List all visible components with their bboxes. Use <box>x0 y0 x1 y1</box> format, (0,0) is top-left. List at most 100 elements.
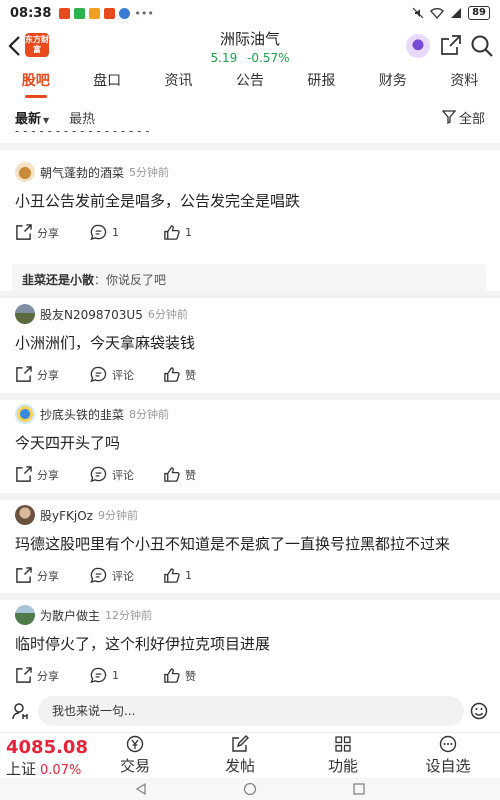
post-text[interactable]: 临时停火了，这个利好伊拉克项目进展 <box>15 633 270 654</box>
share-icon <box>16 366 32 382</box>
comment-input-bar: 我也来说一句... <box>0 694 500 728</box>
post-username[interactable]: 股友N2098703U5 <box>40 306 143 323</box>
comment-button[interactable]: 1 <box>90 224 119 241</box>
tab-guba[interactable]: 股吧 <box>0 68 71 98</box>
home-circle-icon[interactable] <box>243 782 257 796</box>
tab-research[interactable]: 研报 <box>286 68 357 98</box>
sort-bar: 最新 ▼ 最热 全部 <box>0 104 500 130</box>
like-count: 1 <box>185 569 192 582</box>
post-time: 9分钟前 <box>97 509 138 522</box>
post-header: 股yFKjOz 9分钟前 <box>15 505 138 525</box>
like-button[interactable]: 赞 <box>163 366 196 383</box>
share-label: 分享 <box>37 569 59 583</box>
post-username[interactable]: 朝气蓬勃的酒菜 <box>40 164 124 181</box>
reply-username[interactable]: 韭菜还是小散 <box>22 273 94 287</box>
share-button[interactable]: 分享 <box>15 667 59 684</box>
share-button[interactable]: 分享 <box>15 366 59 383</box>
index-name: 上证 <box>6 760 37 778</box>
share-label: 分享 <box>37 468 59 482</box>
avatar[interactable] <box>15 605 35 625</box>
post-time: 8分钟前 <box>129 408 170 421</box>
share-button[interactable]: 分享 <box>15 567 59 584</box>
like-label: 赞 <box>185 669 196 683</box>
comment-input[interactable]: 我也来说一句... <box>38 696 464 726</box>
like-button[interactable]: 1 <box>163 224 192 241</box>
search-icon[interactable] <box>470 34 494 58</box>
user-avatar[interactable] <box>406 34 430 58</box>
nav-post-label: 发帖 <box>224 757 255 775</box>
yuan-coin-icon <box>126 735 144 753</box>
tab-finance[interactable]: 财务 <box>357 68 428 98</box>
share-button[interactable]: 分享 <box>15 466 59 483</box>
like-button[interactable]: 赞 <box>163 667 196 684</box>
nav-add-watchlist[interactable]: 设自选 <box>418 735 478 776</box>
comment-button[interactable]: 1 <box>90 667 119 684</box>
post-username[interactable]: 股yFKjOz <box>40 507 93 524</box>
comment-button[interactable]: 评论 <box>90 567 134 584</box>
thumbs-up-icon <box>164 668 180 683</box>
emoji-icon[interactable] <box>470 702 488 720</box>
comment-icon <box>90 466 107 483</box>
tab-announcements[interactable]: 公告 <box>214 68 285 98</box>
like-button[interactable]: 赞 <box>163 466 196 483</box>
tab-profile[interactable]: 资料 <box>429 68 500 98</box>
app-notification-icon <box>89 7 101 19</box>
post-text[interactable]: 玛德这股吧里有个小丑不知道是不是疯了一直换号拉黑都拉不过来 <box>15 533 450 554</box>
stock-change: -0.57% <box>247 51 290 65</box>
comment-button[interactable]: 评论 <box>90 466 134 483</box>
share-label: 分享 <box>37 368 59 382</box>
sort-hot[interactable]: 最热 <box>69 108 95 127</box>
divider <box>0 393 500 400</box>
nav-trade[interactable]: 交易 <box>105 735 165 776</box>
sort-latest-label: 最新 <box>15 111 42 127</box>
divider <box>0 593 500 600</box>
status-time: 08:38 <box>10 5 52 21</box>
chevron-down-icon: ▼ <box>43 115 50 125</box>
share-icon[interactable] <box>440 34 462 56</box>
avatar[interactable] <box>15 505 35 525</box>
thumbs-up-icon <box>164 367 180 382</box>
divider <box>0 143 500 150</box>
recents-square-icon[interactable] <box>352 782 366 796</box>
tab-news[interactable]: 资讯 <box>143 68 214 98</box>
nav-functions-label: 功能 <box>327 757 358 775</box>
post-username[interactable]: 抄底头铁的韭菜 <box>40 406 124 423</box>
comment-count: 1 <box>112 669 119 682</box>
post-header: 抄底头铁的韭菜 8分钟前 <box>15 404 169 424</box>
battery-indicator: 89 <box>468 6 490 20</box>
stock-tabs: 股吧 盘口 资讯 公告 研报 财务 资料 <box>0 68 500 98</box>
market-index[interactable]: 4085.08 上证 0.07% <box>6 737 88 779</box>
share-label: 分享 <box>37 669 59 683</box>
avatar[interactable] <box>15 404 35 424</box>
status-bar: 08:38 ••• 89 <box>0 0 500 26</box>
tab-pankou[interactable]: 盘口 <box>71 68 142 98</box>
post-text[interactable]: 小丑公告发前全是唱多，公告发完全是唱跌 <box>15 190 300 211</box>
comment-icon <box>90 667 107 684</box>
avatar[interactable] <box>15 162 35 182</box>
avatar[interactable] <box>15 304 35 324</box>
like-button[interactable]: 1 <box>163 567 192 584</box>
nav-post[interactable]: 发帖 <box>210 735 270 776</box>
index-change: 0.07% <box>40 763 82 778</box>
post-time: 5分钟前 <box>129 166 170 179</box>
post-username[interactable]: 为散户做主 <box>40 607 100 624</box>
sort-latest[interactable]: 最新 ▼ <box>15 108 49 127</box>
filter-icon <box>441 110 456 124</box>
comment-icon <box>90 224 107 241</box>
post-time: 12分钟前 <box>105 609 153 622</box>
stock-price: 5.19 <box>210 51 238 65</box>
nav-add-watchlist-label: 设自选 <box>425 757 471 775</box>
comment-icon <box>90 567 107 584</box>
post-text[interactable]: 今天四开头了吗 <box>15 432 120 453</box>
voice-input-icon[interactable] <box>12 702 30 720</box>
filter-button[interactable]: 全部 <box>441 108 485 127</box>
nav-functions[interactable]: 功能 <box>313 735 373 776</box>
comment-button[interactable]: 评论 <box>90 366 134 383</box>
share-button[interactable]: 分享 <box>15 224 59 241</box>
post-header: 为散户做主 12分钟前 <box>15 605 152 625</box>
back-triangle-icon[interactable] <box>134 782 148 796</box>
like-count: 1 <box>185 226 192 239</box>
comment-count: 1 <box>112 226 119 239</box>
post-text[interactable]: 小洲洲们，今天拿麻袋装钱 <box>15 332 195 353</box>
comment-label: 评论 <box>112 468 134 482</box>
